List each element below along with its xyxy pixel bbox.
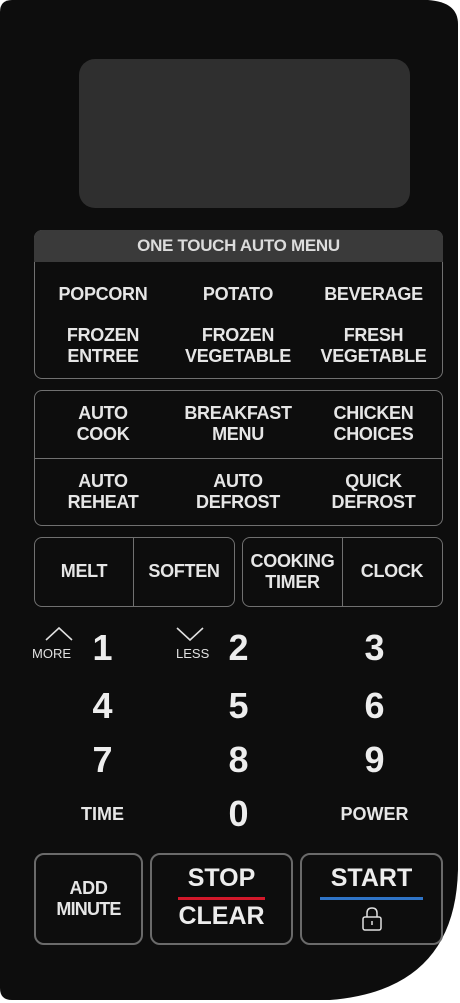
frozen-vegetable-line1: FROZEN [201,324,275,345]
soften-button[interactable]: SOFTEN [134,539,234,605]
digit-1-button[interactable]: 1 [80,630,125,666]
digit-8-button[interactable]: 8 [216,742,261,778]
time-button[interactable]: TIME [60,804,145,825]
auto-cook-line1: AUTO [78,402,128,423]
digit-4-button[interactable]: 4 [80,688,125,724]
auto-cook-button[interactable]: AUTO COOK [36,398,170,450]
cooking-timer-line2: TIMER [265,572,320,592]
breakfast-menu-button[interactable]: BREAKFAST MENU [170,398,306,450]
power-button[interactable]: POWER [322,804,427,825]
auto-defrost-line2: DEFROST [196,492,280,512]
auto-reheat-line2: REHEAT [67,492,139,512]
digit-3-button[interactable]: 3 [352,630,397,666]
more-arrow-icon [45,626,73,641]
chicken-choices-line2: CHOICES [333,424,414,444]
digit-5-button[interactable]: 5 [216,688,261,724]
digit-7-button[interactable]: 7 [80,742,125,778]
clock-button[interactable]: CLOCK [343,539,441,605]
frozen-entree-line1: FROZEN [66,324,140,345]
frozen-entree-button[interactable]: FROZEN ENTREE [36,321,170,371]
potato-button[interactable]: POTATO [170,281,306,309]
digit-0-button[interactable]: 0 [216,796,261,832]
cooking-timer-button[interactable]: COOKING TIMER [244,539,341,605]
add-minute-line1: ADD [69,877,108,898]
cooking-timer-line1: COOKING [250,550,335,571]
lock-icon [362,907,382,931]
quick-defrost-button[interactable]: QUICK DEFROST [306,466,441,518]
auto-defrost-line1: AUTO [213,470,263,491]
start-label: START [330,864,413,892]
fresh-vegetable-button[interactable]: FRESH VEGETABLE [306,321,441,371]
beverage-button[interactable]: BEVERAGE [306,281,441,309]
breakfast-menu-line1: BREAKFAST [184,402,292,423]
auto-cook-line2: COOK [76,424,130,444]
less-arrow-icon [176,627,204,642]
auto-defrost-button[interactable]: AUTO DEFROST [170,466,306,518]
add-minute-line2: MINUTE [56,899,121,919]
start-accent-bar [320,897,423,900]
clear-label: CLEAR [178,902,265,930]
cook-menu-divider [34,458,443,459]
stop-accent-bar [178,897,265,900]
auto-reheat-button[interactable]: AUTO REHEAT [36,466,170,518]
fresh-vegetable-line1: FRESH [343,324,404,345]
display-screen [79,59,410,208]
fresh-vegetable-line2: VEGETABLE [320,346,427,366]
frozen-entree-line2: ENTREE [67,346,139,366]
frozen-vegetable-line2: VEGETABLE [185,346,291,366]
auto-reheat-line1: AUTO [78,470,128,491]
quick-defrost-line2: DEFROST [331,492,416,512]
frozen-vegetable-button[interactable]: FROZEN VEGETABLE [170,321,306,371]
chicken-choices-button[interactable]: CHICKEN CHOICES [306,398,441,450]
microwave-control-panel: ONE TOUCH AUTO MENU POPCORN POTATO BEVER… [0,0,460,1003]
digit-6-button[interactable]: 6 [352,688,397,724]
auto-menu-title: ONE TOUCH AUTO MENU [34,230,443,262]
quick-defrost-line1: QUICK [345,470,402,491]
chicken-choices-line1: CHICKEN [333,402,414,423]
breakfast-menu-line2: MENU [212,424,264,444]
add-minute-button[interactable]: ADD MINUTE [34,853,143,945]
digit-2-button[interactable]: 2 [216,630,261,666]
digit-9-button[interactable]: 9 [352,742,397,778]
popcorn-button[interactable]: POPCORN [36,281,170,309]
stop-label: STOP [187,864,256,892]
melt-button[interactable]: MELT [36,539,132,605]
